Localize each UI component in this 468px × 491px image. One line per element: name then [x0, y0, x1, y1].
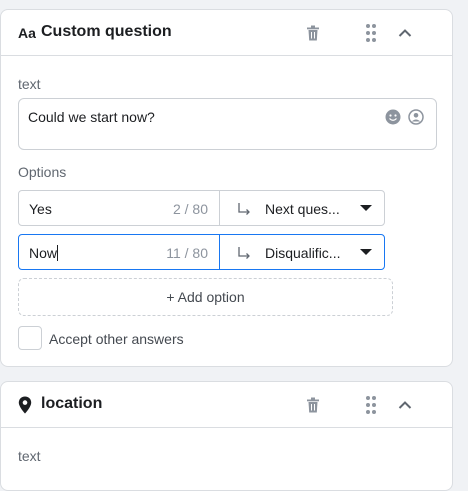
- divider: [219, 235, 220, 269]
- option-row: Now 11 / 80 Disqualific...: [18, 234, 385, 270]
- caret-down-icon[interactable]: [360, 205, 372, 211]
- chevron-up-icon[interactable]: [397, 25, 413, 41]
- trash-icon[interactable]: [304, 396, 322, 414]
- divider: [219, 191, 220, 225]
- card-header: Aa Custom question: [1, 10, 452, 56]
- option-row: Yes 2 / 80 Next ques...: [18, 190, 385, 226]
- text-format-icon: Aa: [18, 25, 36, 41]
- emoji-icon[interactable]: [385, 109, 401, 125]
- card-title: Custom question: [41, 23, 172, 40]
- text-label: text: [18, 448, 41, 464]
- add-option-button[interactable]: + Add option: [18, 278, 393, 316]
- branch-arrow-icon: [238, 247, 250, 259]
- question-text-field[interactable]: Could we start now?: [18, 98, 437, 150]
- location-pin-icon: [18, 396, 32, 414]
- person-icon[interactable]: [408, 109, 424, 125]
- drag-handle-icon[interactable]: [365, 395, 377, 415]
- chevron-up-icon[interactable]: [397, 397, 413, 413]
- text-label: text: [18, 76, 41, 92]
- card-header: location: [1, 382, 452, 428]
- card-title: location: [41, 395, 103, 412]
- option-answer-input[interactable]: Now: [29, 245, 59, 261]
- custom-question-card: Aa Custom question text Could we start n…: [0, 9, 453, 367]
- text-cursor: [57, 245, 59, 261]
- option-destination-select[interactable]: Disqualific...: [265, 245, 340, 261]
- option-char-count: 2 / 80: [172, 201, 208, 217]
- caret-down-icon[interactable]: [360, 249, 372, 255]
- accept-other-label[interactable]: Accept other answers: [49, 331, 184, 347]
- option-char-count: 11 / 80: [166, 245, 208, 261]
- branch-arrow-icon: [238, 203, 250, 215]
- option-destination-select[interactable]: Next ques...: [265, 201, 340, 217]
- accept-other-checkbox[interactable]: [18, 326, 42, 350]
- location-question-card: location text: [0, 381, 453, 491]
- question-text-value[interactable]: Could we start now?: [28, 109, 155, 125]
- drag-handle-icon[interactable]: [365, 23, 377, 43]
- options-label: Options: [18, 164, 67, 180]
- option-answer-input[interactable]: Yes: [29, 201, 52, 217]
- trash-icon[interactable]: [304, 24, 322, 42]
